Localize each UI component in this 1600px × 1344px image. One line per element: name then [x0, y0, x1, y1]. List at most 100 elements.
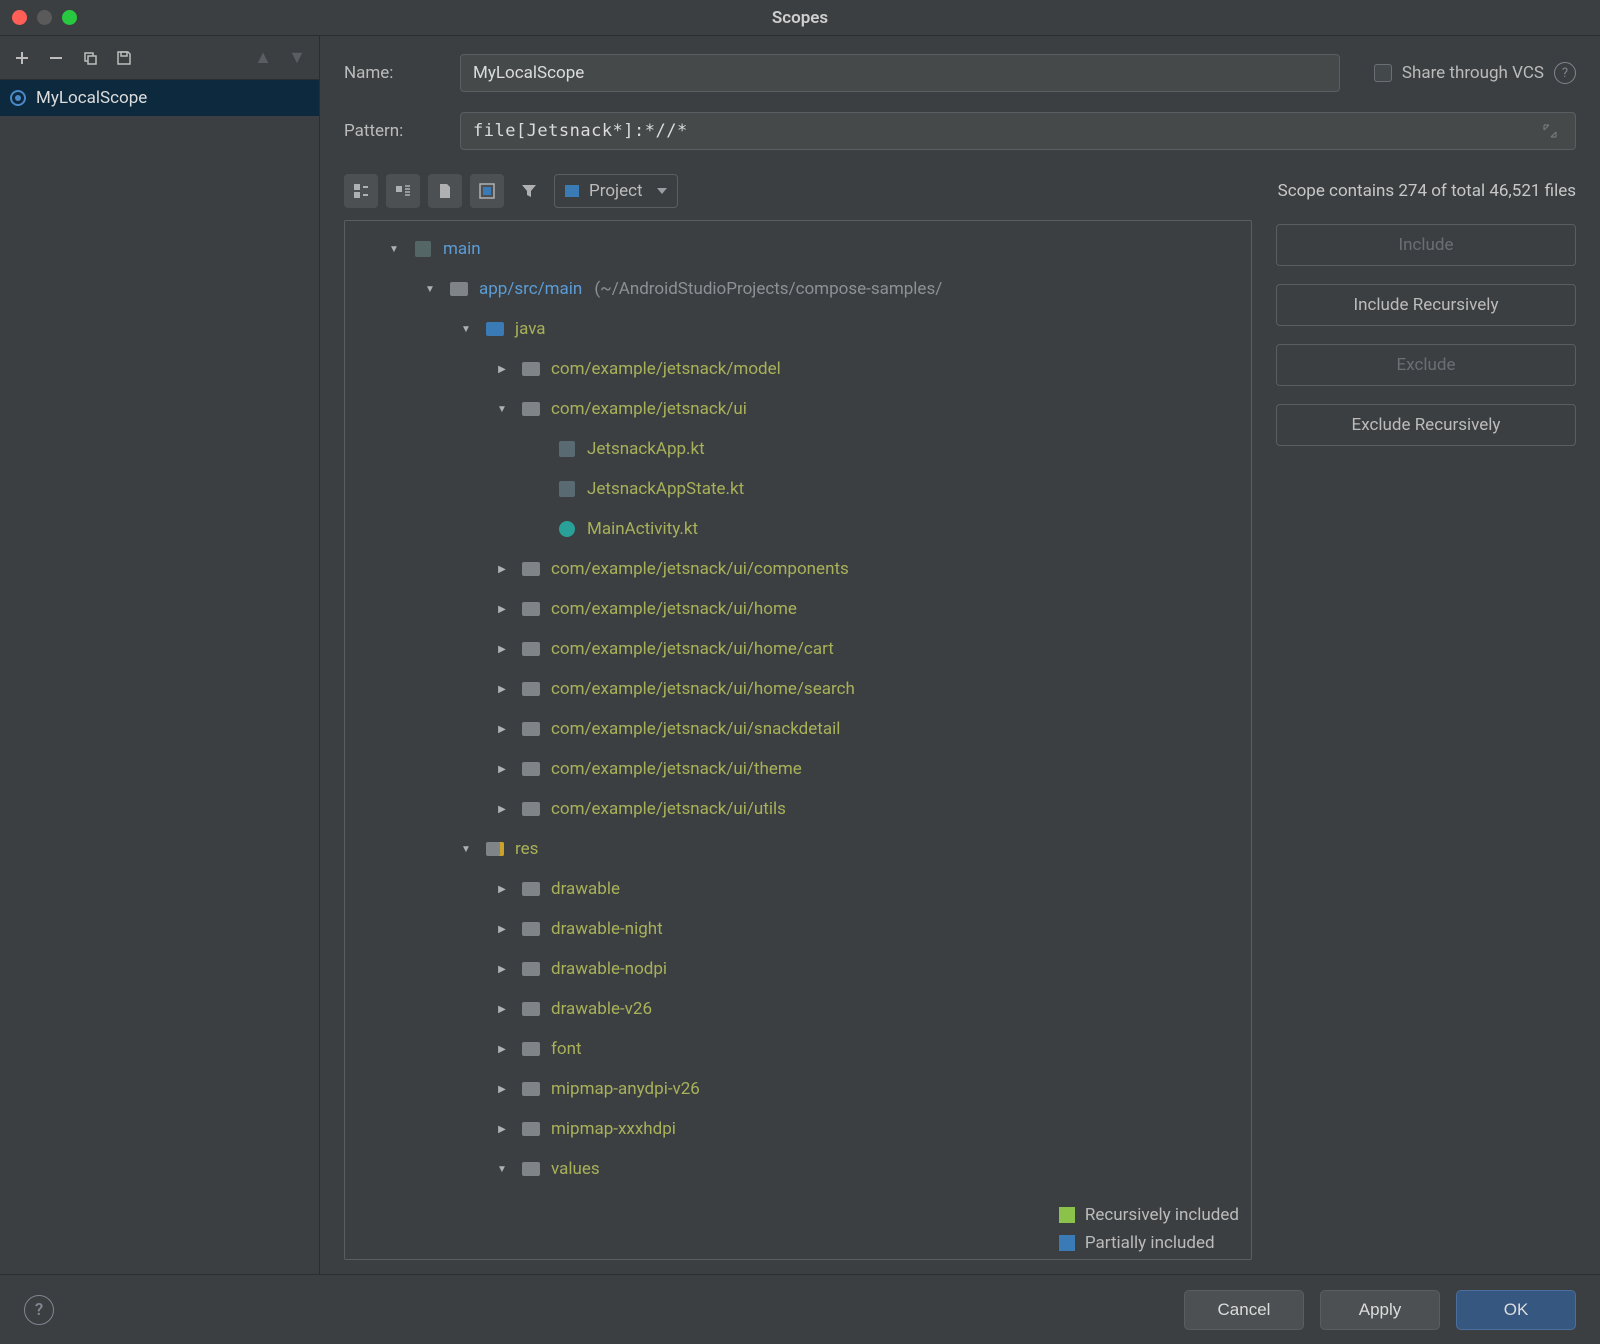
tree-row[interactable]: com/example/jetsnack/ui/theme	[345, 749, 1251, 789]
tree-label: drawable-night	[551, 919, 663, 939]
exclude-button[interactable]: Exclude	[1276, 344, 1576, 386]
tree-row[interactable]: res	[345, 829, 1251, 869]
show-files-icon[interactable]	[428, 174, 462, 208]
tree-arrow-icon[interactable]	[457, 844, 475, 855]
help-icon[interactable]: ?	[1554, 62, 1576, 84]
show-included-only-icon[interactable]	[470, 174, 504, 208]
tree-arrow-icon[interactable]	[493, 1044, 511, 1055]
tree-row[interactable]: com/example/jetsnack/ui	[345, 389, 1251, 429]
tree-label: mipmap-xxxhdpi	[551, 1119, 676, 1139]
pattern-input[interactable]: file[Jetsnack*]:*//*	[460, 112, 1576, 150]
copy-scope-icon[interactable]	[76, 44, 104, 72]
legend-recursive-label: Recursively included	[1085, 1205, 1239, 1225]
tree-arrow-icon[interactable]	[493, 364, 511, 375]
tree-collapse-icon[interactable]	[386, 174, 420, 208]
tree-label: main	[443, 239, 481, 259]
tree-label: com/example/jetsnack/ui	[551, 399, 747, 419]
remove-scope-icon[interactable]	[42, 44, 70, 72]
include-button[interactable]: Include	[1276, 224, 1576, 266]
tree-row[interactable]: drawable-v26	[345, 989, 1251, 1029]
tree-arrow-icon[interactable]	[493, 604, 511, 615]
tree-label: com/example/jetsnack/model	[551, 359, 781, 379]
tree-row[interactable]: drawable-nodpi	[345, 949, 1251, 989]
tree-label: com/example/jetsnack/ui/home/search	[551, 679, 855, 699]
kt-icon	[557, 480, 577, 498]
sidebar-toolbar: ▲ ▼	[0, 36, 319, 80]
tree-expand-icon[interactable]	[344, 174, 378, 208]
scope-type-select[interactable]: Project	[554, 174, 678, 208]
tree-arrow-icon[interactable]	[493, 1124, 511, 1135]
tree-arrow-icon[interactable]	[493, 404, 511, 415]
module-icon	[413, 240, 433, 258]
tree-label: com/example/jetsnack/ui/home	[551, 599, 797, 619]
tree-arrow-icon[interactable]	[493, 884, 511, 895]
tree-row[interactable]: JetsnackApp.kt	[345, 429, 1251, 469]
tree-row[interactable]: font	[345, 1029, 1251, 1069]
tree-label: drawable-v26	[551, 999, 652, 1019]
tree-row[interactable]: main	[345, 229, 1251, 269]
tree-arrow-icon[interactable]	[493, 1084, 511, 1095]
apply-button[interactable]: Apply	[1320, 1290, 1440, 1330]
tree-row[interactable]: drawable	[345, 869, 1251, 909]
tree-row[interactable]: com/example/jetsnack/ui/snackdetail	[345, 709, 1251, 749]
chevron-down-icon	[657, 188, 667, 194]
file-tree[interactable]: main app/src/main(~/AndroidStudioProjects…	[344, 220, 1252, 1260]
tree-label: drawable-nodpi	[551, 959, 667, 979]
tree-label: app/src/main	[479, 279, 582, 299]
help-button[interactable]: ?	[24, 1295, 54, 1325]
folder-icon	[521, 760, 541, 778]
tree-arrow-icon[interactable]	[493, 804, 511, 815]
tree-arrow-icon[interactable]	[493, 964, 511, 975]
expand-icon[interactable]	[1543, 124, 1557, 138]
legend-swatch-recursive-icon	[1059, 1207, 1075, 1223]
tree-label: MainActivity.kt	[587, 519, 698, 539]
move-down-icon: ▼	[283, 44, 311, 72]
tree-row[interactable]: com/example/jetsnack/ui/utils	[345, 789, 1251, 829]
tree-arrow-icon[interactable]	[421, 284, 439, 295]
folder-icon	[521, 640, 541, 658]
cancel-button[interactable]: Cancel	[1184, 1290, 1304, 1330]
tree-row[interactable]: com/example/jetsnack/model	[345, 349, 1251, 389]
tree-row[interactable]: com/example/jetsnack/ui/components	[345, 549, 1251, 589]
tree-row[interactable]: com/example/jetsnack/ui/home/cart	[345, 629, 1251, 669]
tree-arrow-icon[interactable]	[493, 1164, 511, 1175]
ok-button[interactable]: OK	[1456, 1290, 1576, 1330]
folder-icon	[521, 1000, 541, 1018]
tree-row[interactable]: MainActivity.kt	[345, 509, 1251, 549]
tree-arrow-icon[interactable]	[493, 644, 511, 655]
tree-row[interactable]: drawable-night	[345, 909, 1251, 949]
tree-arrow-icon[interactable]	[493, 684, 511, 695]
tree-row[interactable]: JetsnackAppState.kt	[345, 469, 1251, 509]
scope-stats: Scope contains 274 of total 46,521 files	[1278, 181, 1576, 201]
exclude-recursively-button[interactable]: Exclude Recursively	[1276, 404, 1576, 446]
tree-label: java	[515, 319, 546, 339]
filter-icon[interactable]	[512, 174, 546, 208]
tree-row[interactable]: mipmap-anydpi-v26	[345, 1069, 1251, 1109]
tree-arrow-icon[interactable]	[385, 244, 403, 255]
tree-row[interactable]: mipmap-xxxhdpi	[345, 1109, 1251, 1149]
tree-row[interactable]: com/example/jetsnack/ui/home	[345, 589, 1251, 629]
tree-arrow-icon[interactable]	[493, 924, 511, 935]
tree-arrow-icon[interactable]	[493, 764, 511, 775]
folder-icon	[521, 560, 541, 578]
folder-icon	[521, 880, 541, 898]
include-recursively-button[interactable]: Include Recursively	[1276, 284, 1576, 326]
folder-icon	[521, 920, 541, 938]
save-scope-icon[interactable]	[110, 44, 138, 72]
tree-arrow-icon[interactable]	[493, 724, 511, 735]
sidebar-item-scope[interactable]: MyLocalScope	[0, 80, 319, 116]
tree-arrow-icon[interactable]	[493, 1004, 511, 1015]
tree-row[interactable]: app/src/main(~/AndroidStudioProjects/com…	[345, 269, 1251, 309]
tree-row[interactable]: values	[345, 1149, 1251, 1189]
tree-label: com/example/jetsnack/ui/theme	[551, 759, 802, 779]
tree-label: com/example/jetsnack/ui/home/cart	[551, 639, 834, 659]
tree-row[interactable]: java	[345, 309, 1251, 349]
tree-label: drawable	[551, 879, 620, 899]
tree-arrow-icon[interactable]	[457, 324, 475, 335]
legend-partial-label: Partially included	[1085, 1233, 1215, 1253]
tree-arrow-icon[interactable]	[493, 564, 511, 575]
share-vcs-checkbox[interactable]	[1374, 64, 1392, 82]
add-scope-icon[interactable]	[8, 44, 36, 72]
name-input[interactable]	[460, 54, 1340, 92]
tree-row[interactable]: com/example/jetsnack/ui/home/search	[345, 669, 1251, 709]
